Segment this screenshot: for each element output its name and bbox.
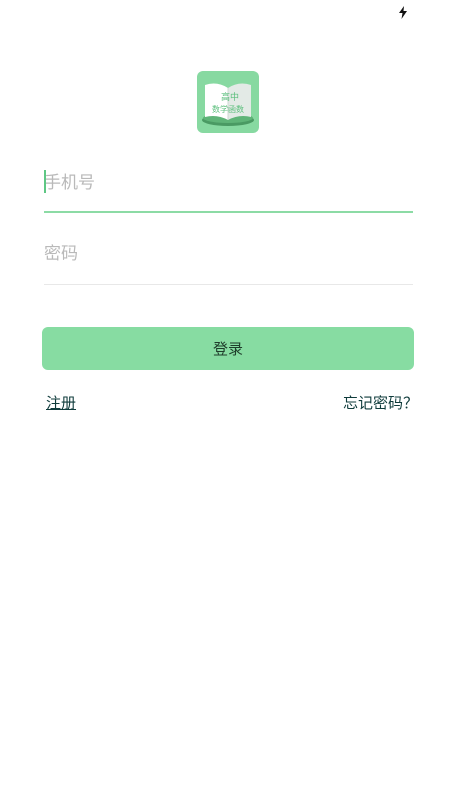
text-caret: [44, 170, 46, 193]
forgot-password-link[interactable]: 忘记密码？: [343, 392, 418, 413]
register-link[interactable]: 注册: [46, 392, 76, 413]
password-field[interactable]: [44, 230, 413, 285]
password-input[interactable]: [44, 230, 413, 278]
password-field-underline: [44, 284, 413, 285]
login-screen: 高中 数学函数 登录 注册 忘记密码？: [0, 0, 456, 811]
phone-field[interactable]: [44, 159, 413, 213]
login-button[interactable]: 登录: [42, 327, 414, 370]
logo-text-line1: 高中: [220, 93, 239, 103]
logo-text-line2: 数学函数: [212, 105, 244, 114]
phone-field-underline: [44, 211, 413, 213]
app-logo: 高中 数学函数: [197, 71, 259, 133]
status-bar: [0, 0, 456, 24]
phone-input[interactable]: [44, 159, 413, 207]
lightning-bolt-icon: [399, 6, 407, 19]
